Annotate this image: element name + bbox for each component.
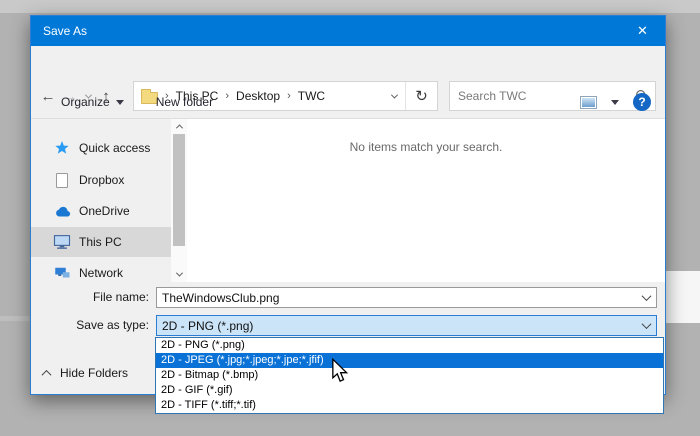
sidebar-item-label: Quick access [79, 141, 150, 155]
sidebar-item-this-pc[interactable]: This PC [31, 227, 171, 257]
chevron-down-icon [641, 319, 651, 329]
organize-button[interactable]: Organize [61, 95, 124, 109]
close-button[interactable]: ✕ [620, 16, 665, 46]
background-artifact [0, 316, 30, 321]
save-as-type-value: 2D - PNG (*.png) [157, 319, 636, 333]
dropdown-option-png[interactable]: 2D - PNG (*.png) [156, 338, 663, 353]
sidebar-item-label: This PC [79, 235, 122, 249]
file-name-input[interactable] [157, 291, 636, 305]
scroll-up-button[interactable] [171, 119, 187, 134]
file-name-label: File name: [31, 287, 149, 308]
chevron-down-icon [175, 270, 182, 277]
chevron-up-icon [42, 369, 52, 379]
mouse-cursor-icon [331, 358, 349, 387]
new-folder-label: New folder [156, 95, 213, 109]
sidebar-item-label: Network [79, 266, 123, 280]
sidebar-item-quick-access[interactable]: Quick access [31, 133, 171, 163]
sidebar-item-dropbox[interactable]: Dropbox [31, 165, 171, 195]
save-as-type-label: Save as type: [31, 315, 149, 336]
sidebar-scrollbar[interactable] [171, 119, 187, 282]
close-icon: ✕ [637, 23, 648, 39]
sidebar-item-network[interactable]: Network [31, 258, 171, 282]
dropdown-option-gif[interactable]: 2D - GIF (*.gif) [156, 383, 663, 398]
organize-label: Organize [61, 95, 110, 109]
navigation-pane: Quick access Dropbox OneDrive Th [31, 119, 171, 282]
screen: ws Save As ✕ ← → ↑ › This PC › Desktop › [0, 0, 700, 436]
address-row: ← → ↑ › This PC › Desktop › TWC ↻ [31, 46, 665, 86]
dialog-title: Save As [31, 24, 87, 38]
dropdown-arrow-icon [116, 100, 124, 105]
cloud-icon [53, 202, 71, 220]
monitor-icon [53, 233, 71, 251]
new-folder-button[interactable]: New folder [156, 95, 213, 109]
network-icon [53, 264, 71, 282]
scrollbar-thumb[interactable] [173, 134, 185, 246]
title-bar: Save As ✕ [31, 16, 665, 46]
help-icon: ? [638, 95, 645, 109]
chevron-up-icon [175, 124, 182, 131]
dropdown-option-bitmap[interactable]: 2D - Bitmap (*.bmp) [156, 368, 663, 383]
help-button[interactable]: ? [633, 93, 651, 111]
sidebar-item-label: Dropbox [79, 173, 124, 187]
scroll-down-button[interactable] [171, 267, 187, 282]
content-area: Quick access Dropbox OneDrive Th [31, 119, 665, 282]
toolbar-right: ? [580, 93, 651, 111]
toolbar: Organize New folder ? [31, 86, 665, 119]
save-as-type-combo[interactable]: 2D - PNG (*.png) [156, 315, 657, 336]
hide-folders-button[interactable]: Hide Folders [43, 366, 128, 380]
save-as-type-dropdown-button[interactable] [636, 322, 656, 329]
dropdown-option-tiff[interactable]: 2D - TIFF (*.tiff;*.tif) [156, 398, 663, 413]
empty-message: No items match your search. [187, 140, 665, 154]
page-icon [53, 171, 71, 189]
file-name-dropdown-button[interactable] [636, 294, 656, 301]
views-button[interactable] [580, 96, 597, 109]
star-icon [53, 139, 71, 157]
file-list-pane: No items match your search. [187, 119, 665, 282]
chevron-down-icon [641, 291, 651, 301]
dropdown-option-jpeg[interactable]: 2D - JPEG (*.jpg;*.jpeg;*.jpe;*.jfif) [156, 353, 663, 368]
file-type-dropdown-list: 2D - PNG (*.png) 2D - JPEG (*.jpg;*.jpeg… [155, 337, 664, 414]
sidebar-item-label: OneDrive [79, 204, 130, 218]
thumbnail-icon [582, 98, 595, 107]
views-dropdown-button[interactable] [611, 100, 619, 105]
sidebar-item-onedrive[interactable]: OneDrive [31, 196, 171, 226]
hide-folders-label: Hide Folders [60, 366, 128, 380]
background-band [0, 0, 700, 13]
file-name-combo [156, 287, 657, 308]
